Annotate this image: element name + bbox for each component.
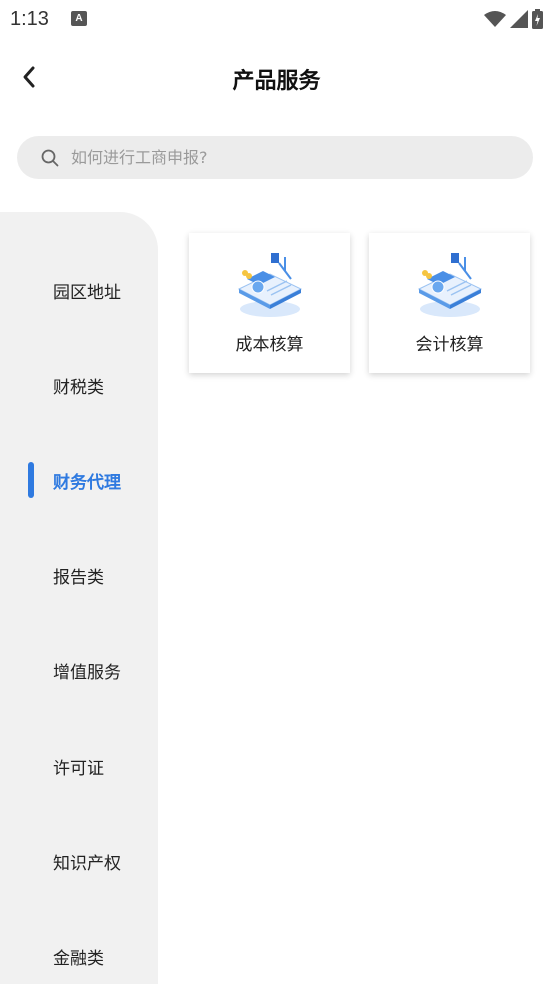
- page-title: 产品服务: [232, 69, 321, 94]
- sidebar-item-label: 知识产权: [53, 853, 121, 874]
- sidebar-item-value-added[interactable]: 增值服务: [0, 640, 158, 700]
- sidebar-item-licenses[interactable]: 许可证: [0, 736, 158, 796]
- status-time: 1:13: [10, 8, 49, 30]
- product-card-label: 成本核算: [235, 335, 304, 355]
- product-card-accounting[interactable]: 会计核算: [369, 233, 530, 373]
- sidebar-item-ip[interactable]: 知识产权: [0, 831, 158, 891]
- finance-dashboard-icon: [417, 253, 483, 317]
- sidebar-item-finance[interactable]: 金融类: [0, 926, 158, 984]
- status-icons: [484, 8, 543, 30]
- sidebar-item-tax[interactable]: 财税类: [0, 355, 158, 415]
- product-card-label: 会计核算: [415, 335, 484, 355]
- category-sidebar: 园区地址 财税类 财务代理 报告类 增值服务 许可证 知识产权 金融类: [0, 212, 158, 984]
- sidebar-item-label: 报告类: [53, 567, 104, 588]
- sidebar-item-label: 金融类: [53, 948, 104, 969]
- sidebar-item-finance-agency[interactable]: 财务代理: [0, 450, 158, 510]
- sidebar-item-label: 许可证: [53, 758, 104, 779]
- header: 产品服务: [0, 38, 553, 116]
- search-bar[interactable]: [17, 136, 533, 179]
- a-badge-icon: A: [71, 11, 87, 26]
- battery-charging-icon: [532, 9, 543, 29]
- sidebar-item-label: 财务代理: [53, 472, 121, 493]
- cell-signal-icon: [510, 10, 528, 28]
- active-indicator: [28, 462, 34, 498]
- sidebar-item-reports[interactable]: 报告类: [0, 545, 158, 605]
- search-input[interactable]: [71, 148, 471, 167]
- finance-dashboard-icon: [237, 253, 303, 317]
- search-icon: [41, 149, 59, 166]
- sidebar-item-park-address[interactable]: 园区地址: [0, 260, 158, 320]
- product-card-cost-accounting[interactable]: 成本核算: [189, 233, 350, 373]
- status-bar: 1:13 A: [0, 0, 553, 38]
- wifi-icon: [484, 11, 506, 27]
- sidebar-item-label: 园区地址: [53, 282, 121, 303]
- sidebar-item-label: 增值服务: [53, 662, 121, 683]
- sidebar-item-label: 财税类: [53, 377, 104, 398]
